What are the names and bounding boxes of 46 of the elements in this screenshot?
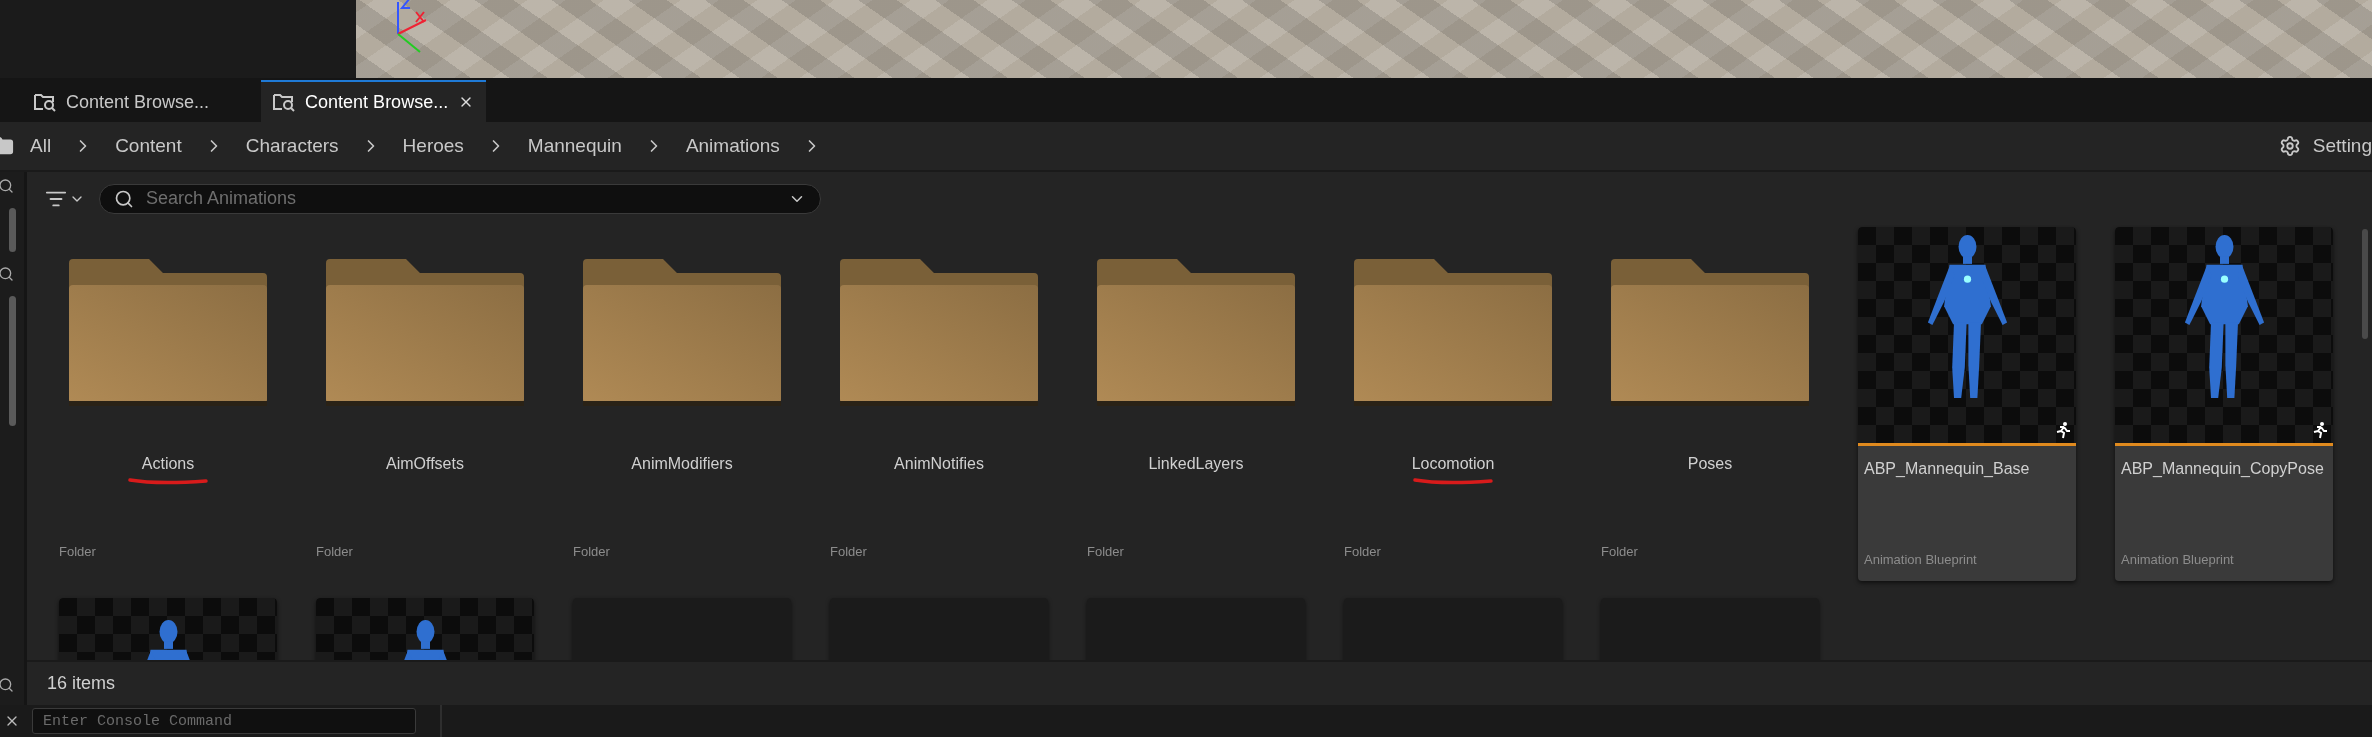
tab[interactable]: Content Browse... [22, 80, 222, 122]
running-figure-icon [2054, 421, 2072, 439]
search-icon[interactable] [0, 178, 14, 194]
breadcrumb-item[interactable]: Animations [685, 135, 780, 157]
asset-tile[interactable]: ABP_Mannequin_CopyPose Animation Blueprint [2115, 227, 2333, 581]
search-field[interactable]: Search Animations [99, 183, 821, 214]
breadcrumb-item[interactable]: Content [115, 135, 182, 157]
scrollbar-thumb[interactable] [2362, 229, 2368, 339]
asset-type: Folder [1087, 544, 1124, 559]
item-count: 16 items [47, 673, 116, 694]
search-icon [114, 188, 134, 209]
asset-type: Animation Blueprint [1864, 552, 1978, 567]
asset-type: Folder [830, 544, 867, 559]
asset-type: Folder [316, 544, 353, 559]
folder-search-icon [34, 92, 56, 112]
folder-name: Poses [1687, 455, 1733, 473]
search-icon[interactable] [0, 677, 14, 693]
folder-name: Locomotion [1411, 455, 1495, 473]
search-input[interactable]: Search Animations [144, 187, 778, 210]
breadcrumb-item[interactable]: Characters [245, 135, 339, 157]
settings-icon [2278, 135, 2301, 157]
breadcrumb-item[interactable]: All [30, 135, 52, 157]
asset-type: Folder [1344, 544, 1381, 559]
breadcrumb-item[interactable]: Heroes [402, 135, 464, 157]
scrollbar-thumb[interactable] [8, 208, 16, 252]
asset-name: ABP_Mannequin_Base [1864, 460, 2031, 478]
scrollbar-thumb[interactable] [8, 296, 16, 426]
console-field[interactable]: Enter Console Command [32, 708, 416, 734]
folder-name: AnimModifiers [631, 455, 733, 473]
running-figure-icon [2311, 421, 2329, 439]
settings-button[interactable]: Setting [2278, 135, 2372, 157]
asset-type: Folder [1601, 544, 1638, 559]
asset-tile[interactable]: ABP_Mannequin_Base Animation Blueprint [1858, 227, 2076, 581]
asset-type: Folder [59, 544, 96, 559]
folder-name: Actions [141, 455, 195, 473]
folder-name: AimOffsets [386, 455, 464, 473]
tab[interactable]: Content Browse... [261, 80, 487, 122]
asset-name: ABP_Mannequin_CopyPose [2121, 460, 2325, 478]
breadcrumb-item[interactable]: Mannequin [527, 135, 622, 157]
folder-search-icon [273, 92, 296, 112]
console-input[interactable]: Enter Console Command [41, 711, 407, 731]
folder-name: LinkedLayers [1148, 455, 1244, 473]
asset-type: Animation Blueprint [2121, 552, 2235, 567]
folder-name: AnimNotifies [894, 455, 984, 473]
search-icon[interactable] [0, 266, 14, 282]
asset-type: Folder [573, 544, 610, 559]
